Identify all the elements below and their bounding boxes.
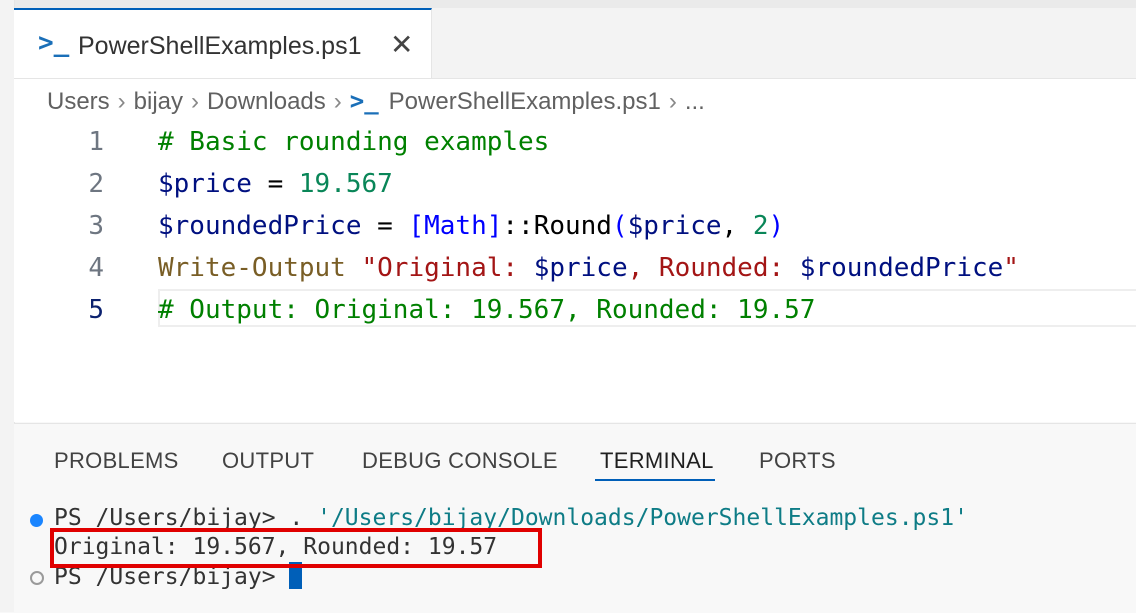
- line-number: 5: [88, 295, 104, 325]
- code-line-5: 5 # Output: Original: 19.567, Rounded: 1…: [14, 289, 1136, 331]
- chevron-right-icon: ›: [191, 88, 200, 115]
- code-editor[interactable]: Users › bijay › Downloads › >_ PowerShellExampl…: [14, 79, 1136, 422]
- chevron-right-icon: ›: [333, 88, 342, 115]
- line-number: 1: [88, 127, 104, 157]
- chevron-right-icon: ›: [668, 88, 677, 115]
- code-comment: # Output: Original: 19.567, Rounded: 19.…: [158, 295, 816, 325]
- breadcrumb-item-symbols[interactable]: ...: [685, 88, 705, 115]
- code-text: Write-Output "Original: $price, Rounded:…: [158, 253, 1019, 283]
- code-comment: # Basic rounding examples: [158, 127, 550, 157]
- window-top-strip: [0, 0, 1136, 8]
- breadcrumb-item-downloads[interactable]: Downloads: [207, 88, 326, 115]
- bottom-panel: PROBLEMS OUTPUT DEBUG CONSOLE TERMINAL P…: [14, 423, 1136, 613]
- editor-tab-bar: >_ PowerShellExamples.ps1 ✕: [14, 8, 1136, 79]
- activity-bar-edge: [0, 0, 15, 612]
- command-decoration-icon[interactable]: [30, 514, 43, 527]
- breadcrumb-item-file[interactable]: PowerShellExamples.ps1: [389, 88, 661, 115]
- close-icon[interactable]: ✕: [390, 28, 413, 61]
- code-line-3: 3 $roundedPrice = [Math]::Round($price, …: [14, 205, 1136, 247]
- tab-output[interactable]: OUTPUT: [222, 448, 314, 474]
- breadcrumb-item-users[interactable]: Users: [47, 88, 110, 115]
- code-line-2: 2 $price = 19.567: [14, 163, 1136, 205]
- editor-tab[interactable]: >_ PowerShellExamples.ps1 ✕: [14, 8, 432, 78]
- code-text: $roundedPrice = [Math]::Round($price, 2): [158, 211, 785, 241]
- tab-problems[interactable]: PROBLEMS: [54, 448, 179, 474]
- command-decoration-empty-icon[interactable]: [30, 571, 44, 585]
- powershell-icon: >_: [38, 28, 70, 58]
- code-line-4: 4 Write-Output "Original: $price, Rounde…: [14, 247, 1136, 289]
- code-text: $price = 19.567: [158, 169, 393, 199]
- tab-debug-console[interactable]: DEBUG CONSOLE: [362, 448, 558, 474]
- tab-ports[interactable]: PORTS: [759, 448, 836, 474]
- chevron-right-icon: ›: [117, 88, 126, 115]
- active-tab-indicator: [595, 479, 715, 481]
- tab-terminal[interactable]: TERMINAL: [600, 448, 714, 474]
- tab-title: PowerShellExamples.ps1: [78, 32, 362, 60]
- powershell-icon: >_: [349, 87, 379, 115]
- breadcrumb: Users › bijay › Downloads › >_ PowerShellExampl…: [47, 87, 705, 116]
- line-number: 4: [88, 253, 104, 283]
- code-line-1: 1 # Basic rounding examples: [14, 121, 1136, 163]
- line-number: 3: [88, 211, 104, 241]
- breadcrumb-item-bijay[interactable]: bijay: [134, 88, 183, 115]
- line-number: 2: [88, 169, 104, 199]
- highlight-box: [50, 528, 542, 568]
